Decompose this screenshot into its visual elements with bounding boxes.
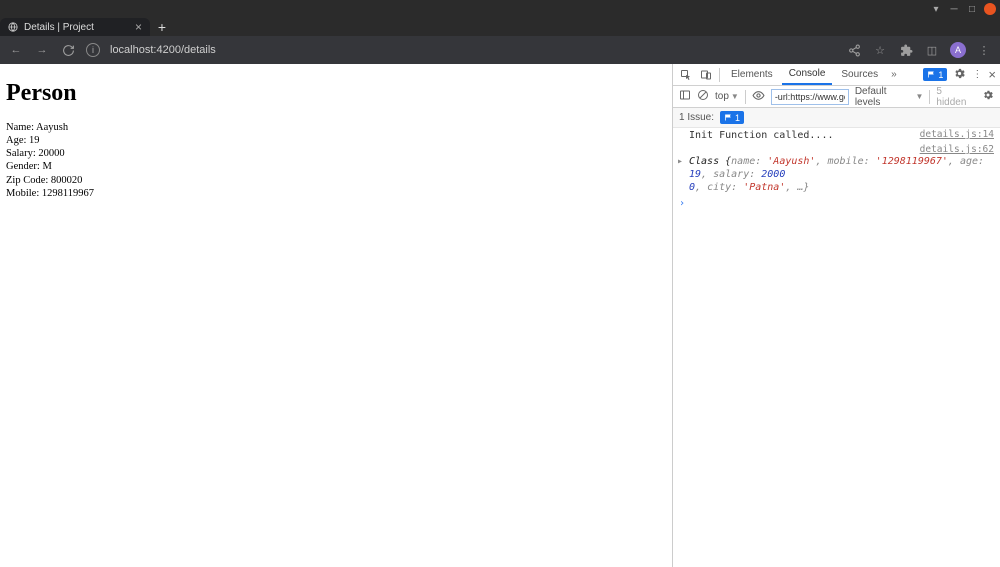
browser-address-bar: ← → i localhost:4200/details ☆ ◫ A ⋮: [0, 36, 1000, 64]
tab-sources[interactable]: Sources: [834, 65, 885, 84]
chevron-down-icon: ▼: [915, 92, 923, 101]
devtools-panel: Elements Console Sources » 1 ⋮ ×: [672, 64, 1000, 567]
person-age: Age: 19: [6, 134, 666, 147]
sidebar-toggle-icon[interactable]: [679, 89, 691, 104]
maximize-icon[interactable]: □: [966, 3, 978, 15]
issues-label: 1 Issue:: [679, 112, 714, 123]
more-tabs-icon[interactable]: »: [887, 69, 901, 80]
tab-elements[interactable]: Elements: [724, 65, 780, 84]
browser-tab[interactable]: Details | Project ×: [0, 18, 150, 36]
browser-tabstrip: Details | Project × +: [0, 18, 1000, 36]
levels-selector[interactable]: Default levels ▼: [855, 86, 924, 108]
log-source-link[interactable]: details.js:14: [920, 129, 994, 141]
tab-close-icon[interactable]: ×: [135, 20, 142, 34]
context-selector[interactable]: top ▼: [715, 91, 739, 102]
extensions-icon[interactable]: [898, 44, 914, 57]
reload-icon[interactable]: [60, 44, 76, 57]
eye-icon[interactable]: [752, 89, 765, 105]
hidden-count[interactable]: 5 hidden: [936, 86, 974, 108]
inspect-icon[interactable]: [677, 66, 695, 84]
forward-icon[interactable]: →: [34, 44, 50, 56]
globe-icon: [8, 22, 18, 32]
person-name: Name: Aayush: [6, 121, 666, 134]
console-prompt[interactable]: ›: [673, 195, 1000, 212]
window-titlebar: ▾ ─ □: [0, 0, 1000, 18]
site-info-icon[interactable]: i: [86, 43, 100, 57]
expander-icon[interactable]: ▸: [677, 155, 683, 168]
page-viewport: Person Name: Aayush Age: 19 Salary: 2000…: [0, 64, 672, 567]
share-icon[interactable]: [846, 44, 862, 57]
close-icon[interactable]: [984, 3, 996, 15]
console-toolbar: top ▼ Default levels ▼ 5 hidden: [673, 86, 1000, 108]
page-title: Person: [6, 80, 666, 107]
person-gender: Gender: M: [6, 160, 666, 173]
person-zip: Zip Code: 800020: [6, 174, 666, 187]
bookmark-icon[interactable]: ☆: [872, 44, 888, 57]
tab-console[interactable]: Console: [782, 64, 833, 85]
person-mobile: Mobile: 1298119967: [6, 187, 666, 200]
new-tab-button[interactable]: +: [150, 18, 174, 36]
chevron-down-icon[interactable]: ▾: [930, 3, 942, 15]
log-message: Init Function called....: [689, 130, 834, 141]
device-toggle-icon[interactable]: [697, 66, 715, 84]
kebab-icon[interactable]: ⋮: [972, 69, 982, 80]
clear-console-icon[interactable]: [697, 89, 709, 104]
back-icon[interactable]: ←: [8, 44, 24, 56]
console-filter-input[interactable]: [771, 89, 849, 105]
error-badge[interactable]: 1: [923, 68, 947, 81]
console-settings-icon[interactable]: [982, 89, 994, 104]
panel-icon[interactable]: ◫: [924, 44, 940, 57]
console-object-line[interactable]: ▸ Class {name: 'Aayush', mobile: '129811…: [673, 155, 1000, 195]
console-body: details.js:14 Init Function called.... d…: [673, 128, 1000, 567]
console-log-source: details.js:62: [673, 143, 1000, 155]
console-log-line: details.js:14 Init Function called....: [673, 128, 1000, 143]
issues-bar[interactable]: 1 Issue: 1: [673, 108, 1000, 128]
settings-icon[interactable]: [953, 67, 966, 83]
menu-icon[interactable]: ⋮: [976, 44, 992, 57]
chevron-down-icon: ▼: [731, 92, 739, 101]
minimize-icon[interactable]: ─: [948, 3, 960, 15]
url-text[interactable]: localhost:4200/details: [110, 44, 836, 56]
issues-badge: 1: [720, 111, 744, 124]
person-salary: Salary: 20000: [6, 147, 666, 160]
tab-title: Details | Project: [24, 22, 94, 33]
devtools-tabs: Elements Console Sources » 1 ⋮ ×: [673, 64, 1000, 86]
profile-avatar[interactable]: A: [950, 42, 966, 58]
devtools-close-icon[interactable]: ×: [988, 67, 996, 82]
